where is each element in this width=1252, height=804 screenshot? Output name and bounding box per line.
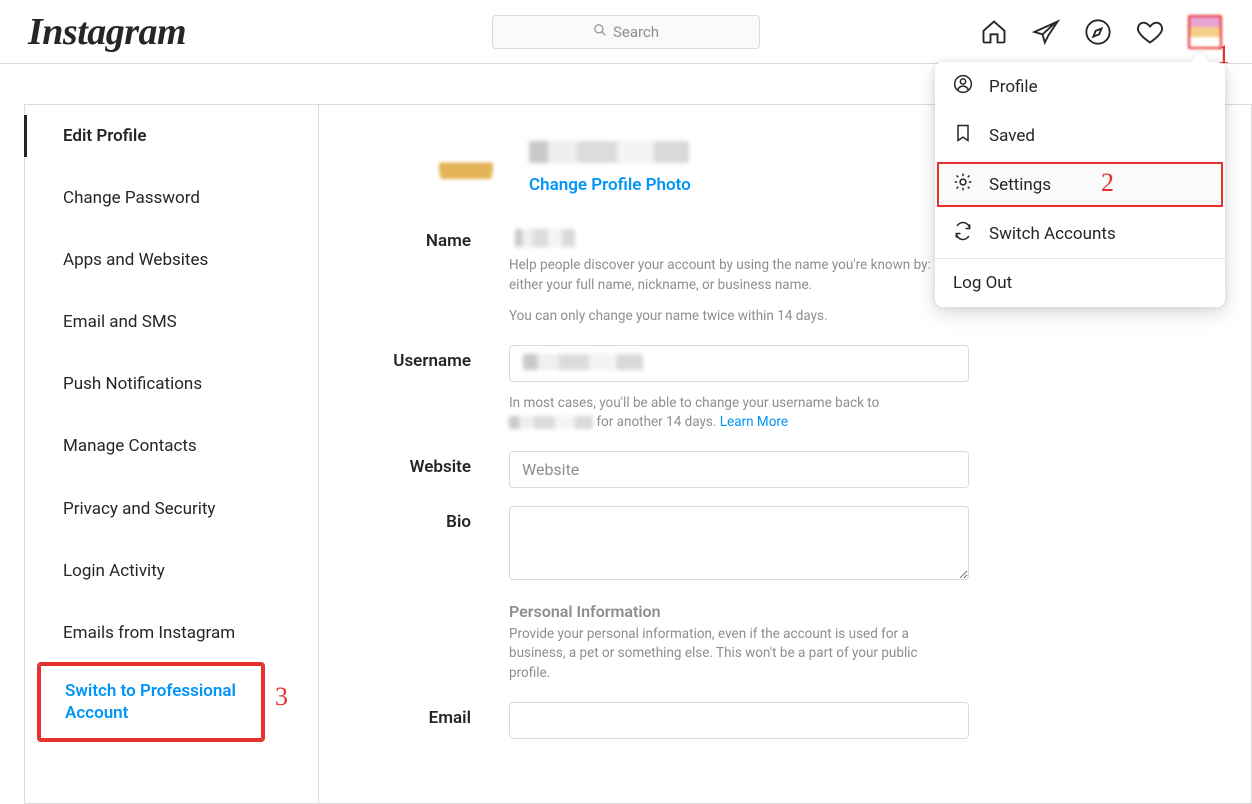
name-value-redacted xyxy=(515,229,575,247)
sidebar-switch-professional[interactable]: Switch to Professional Account xyxy=(39,664,263,740)
name-help-2: You can only change your name twice with… xyxy=(509,307,949,327)
annotation-2: 2 xyxy=(1101,168,1114,198)
switch-icon xyxy=(953,221,973,246)
dropdown-saved-label: Saved xyxy=(989,126,1035,146)
profile-dropdown: Profile Saved Settings Switch Accounts L… xyxy=(935,62,1225,307)
profile-icon xyxy=(953,74,973,99)
profile-picture[interactable] xyxy=(439,141,493,195)
dropdown-settings[interactable]: Settings xyxy=(935,160,1225,209)
display-name-redacted xyxy=(529,141,689,163)
dropdown-profile[interactable]: Profile xyxy=(935,62,1225,111)
search-placeholder: Search xyxy=(613,23,659,41)
sidebar-edit-profile[interactable]: Edit Profile xyxy=(25,105,318,167)
dropdown-profile-label: Profile xyxy=(989,77,1038,97)
email-input[interactable] xyxy=(509,702,969,739)
search-icon xyxy=(593,23,607,41)
change-profile-photo-link[interactable]: Change Profile Photo xyxy=(529,175,691,195)
dropdown-settings-label: Settings xyxy=(989,175,1051,195)
annotation-3: 3 xyxy=(275,682,288,712)
bookmark-icon xyxy=(953,123,973,148)
dropdown-switch-label: Switch Accounts xyxy=(989,224,1116,244)
label-username: Username xyxy=(355,345,471,371)
search-input[interactable]: Search xyxy=(492,15,760,49)
dropdown-saved[interactable]: Saved xyxy=(935,111,1225,160)
label-email: Email xyxy=(355,702,471,728)
sidebar-manage-contacts[interactable]: Manage Contacts xyxy=(25,415,318,477)
sidebar-change-password[interactable]: Change Password xyxy=(25,167,318,229)
dropdown-logout[interactable]: Log Out xyxy=(935,259,1225,307)
activity-icon[interactable] xyxy=(1136,18,1164,46)
settings-sidebar: Edit Profile Change Password Apps and We… xyxy=(24,104,318,804)
username-help: In most cases, you'll be able to change … xyxy=(509,394,949,433)
label-bio: Bio xyxy=(355,506,471,532)
annotation-1: 1 xyxy=(1217,40,1230,70)
sidebar-email-sms[interactable]: Email and SMS xyxy=(25,291,318,353)
messages-icon[interactable] xyxy=(1032,18,1060,46)
explore-icon[interactable] xyxy=(1084,18,1112,46)
sidebar-login-activity[interactable]: Login Activity xyxy=(25,540,318,602)
personal-info-heading: Personal Information xyxy=(509,602,969,621)
sidebar-privacy-security[interactable]: Privacy and Security xyxy=(25,478,318,540)
label-website: Website xyxy=(355,451,471,477)
sidebar-apps-websites[interactable]: Apps and Websites xyxy=(25,229,318,291)
name-help-1: Help people discover your account by usi… xyxy=(509,256,949,295)
gear-icon xyxy=(953,172,973,197)
learn-more-link[interactable]: Learn More xyxy=(720,414,788,430)
old-username-redacted xyxy=(509,416,593,429)
instagram-logo[interactable]: Instagram xyxy=(28,10,186,54)
sidebar-push-notifications[interactable]: Push Notifications xyxy=(25,353,318,415)
website-input[interactable] xyxy=(509,451,969,488)
sidebar-emails-instagram[interactable]: Emails from Instagram xyxy=(25,602,318,664)
username-value-redacted xyxy=(523,354,643,370)
bio-textarea[interactable] xyxy=(509,506,969,580)
home-icon[interactable] xyxy=(980,18,1008,46)
label-name: Name xyxy=(355,225,471,251)
name-input[interactable] xyxy=(509,225,969,244)
dropdown-switch-accounts[interactable]: Switch Accounts xyxy=(935,209,1225,258)
personal-info-help: Provide your personal information, even … xyxy=(509,625,949,684)
